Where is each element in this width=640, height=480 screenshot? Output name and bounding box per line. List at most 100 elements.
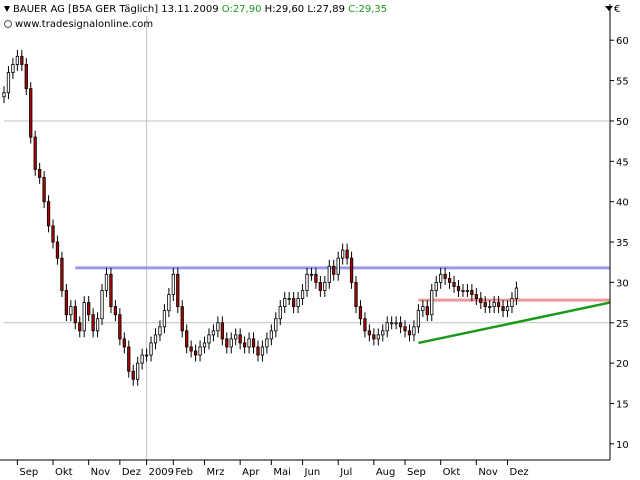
- y-tick-label: 15: [616, 399, 629, 410]
- candle-body: [118, 314, 122, 340]
- candle-body: [287, 298, 291, 300]
- x-tick-label: Okt: [55, 467, 73, 478]
- x-tick-label: Feb: [175, 467, 193, 478]
- candle-body: [443, 273, 447, 279]
- candle-body: [78, 322, 82, 332]
- candle-body: [87, 302, 91, 316]
- axes-layer: 10 15 20 25 30 35 40 45 50 55 60 Sep Okt Nov Dez 2009 Fe…: [0, 4, 629, 478]
- candle-body: [247, 338, 251, 348]
- website-credit: www.tradesignalonline.com: [4, 19, 153, 30]
- candle-body: [474, 294, 478, 299]
- candle-body: [162, 310, 167, 328]
- candle-body: [505, 306, 510, 312]
- candle-body: [514, 287, 519, 299]
- candle-body: [327, 265, 331, 283]
- x-tick-label: Sep: [407, 467, 426, 478]
- candle-body: [6, 72, 11, 94]
- candle-body: [136, 362, 140, 380]
- candle-body: [256, 346, 260, 356]
- candle-body: [24, 64, 28, 90]
- candle-body: [345, 249, 349, 259]
- candle-body: [300, 290, 305, 299]
- candle-body: [332, 265, 336, 275]
- candle-body: [390, 322, 394, 325]
- candle-body: [407, 330, 412, 336]
- instrument-title: BAUER AG [B5A GER Täglich]: [13, 4, 159, 15]
- candle-body: [73, 306, 77, 324]
- candle-body: [403, 326, 407, 332]
- candle-body: [336, 257, 340, 275]
- candle-body: [283, 298, 287, 308]
- candle-body: [158, 326, 162, 336]
- candle-body: [167, 294, 171, 312]
- candle-body: [153, 334, 158, 344]
- candle-body: [15, 55, 19, 65]
- candle-body: [363, 318, 367, 332]
- candle-body: [193, 350, 198, 356]
- y-tick-label: 50: [616, 117, 629, 128]
- candle-body: [314, 273, 318, 283]
- candle-body: [376, 334, 380, 340]
- candle-body: [358, 306, 363, 320]
- candle-body: [439, 273, 443, 283]
- candle-body: [91, 314, 95, 332]
- x-tick-label: Aug: [376, 467, 396, 478]
- y-tick-label: 40: [616, 198, 629, 209]
- candle-body: [29, 88, 33, 138]
- x-tick-label: Mai: [273, 467, 291, 478]
- candle-body: [501, 306, 505, 312]
- candle-body: [242, 342, 247, 348]
- candle-body: [447, 277, 452, 283]
- website-text: www.tradesignalonline.com: [15, 19, 154, 30]
- candle-body: [421, 306, 425, 312]
- candle-body: [260, 346, 265, 356]
- candle-body: [113, 306, 118, 316]
- candle-body: [425, 306, 429, 316]
- candle-body: [180, 306, 184, 332]
- x-tick-label: Dez: [122, 467, 141, 478]
- candle-body: [64, 290, 69, 316]
- candle-body: [461, 290, 465, 292]
- x-tick-label: Dez: [510, 467, 529, 478]
- currency-label: €: [614, 4, 621, 15]
- candle-body: [296, 298, 300, 308]
- candle-body: [2, 92, 6, 98]
- y-tick-label: 20: [616, 359, 629, 370]
- candle-body: [278, 306, 282, 320]
- candle-body: [430, 290, 434, 316]
- candle-body: [496, 302, 501, 308]
- candle-body: [207, 334, 211, 344]
- x-tick-label: 2009: [149, 467, 174, 478]
- y-tick-label: 55: [616, 77, 629, 88]
- candle-body: [479, 298, 483, 303]
- candle-body: [456, 286, 461, 291]
- candle-body: [309, 273, 314, 276]
- candle-body: [109, 273, 113, 308]
- price-chart: 10 15 20 25 30 35 40 45 50 55 60 Sep Okt Nov Dez 2009 Fe…: [0, 4, 629, 478]
- y-tick-label: 30: [616, 278, 629, 289]
- candle-body: [465, 290, 470, 292]
- candle-body: [394, 322, 398, 325]
- header-date: 13.11.2009: [161, 4, 219, 15]
- close-value: C:29,35: [348, 4, 388, 15]
- candle-body: [416, 310, 421, 328]
- candle-body: [202, 342, 207, 348]
- globe-icon: [4, 20, 12, 28]
- chart-header: BAUER AG [B5A GER Täglich] 13.11.2009 O:…: [4, 4, 387, 15]
- candle-body: [238, 334, 242, 344]
- candle-body: [127, 346, 131, 372]
- level-lines-layer: [75, 266, 610, 302]
- candle-body: [372, 334, 376, 340]
- candle-body: [318, 281, 322, 291]
- y-tick-label: 60: [616, 36, 629, 47]
- candle-body: [398, 322, 403, 328]
- candle-body: [269, 330, 273, 340]
- chart-menu-triangle-icon[interactable]: [605, 6, 613, 11]
- open-value: O:27,90: [221, 4, 262, 15]
- candle-body: [51, 225, 55, 243]
- candle-body: [46, 201, 51, 227]
- candle-body: [492, 302, 496, 308]
- y-tick-label: 35: [616, 238, 629, 249]
- dropdown-triangle-icon[interactable]: [4, 6, 10, 12]
- y-tick-label: 25: [616, 319, 629, 330]
